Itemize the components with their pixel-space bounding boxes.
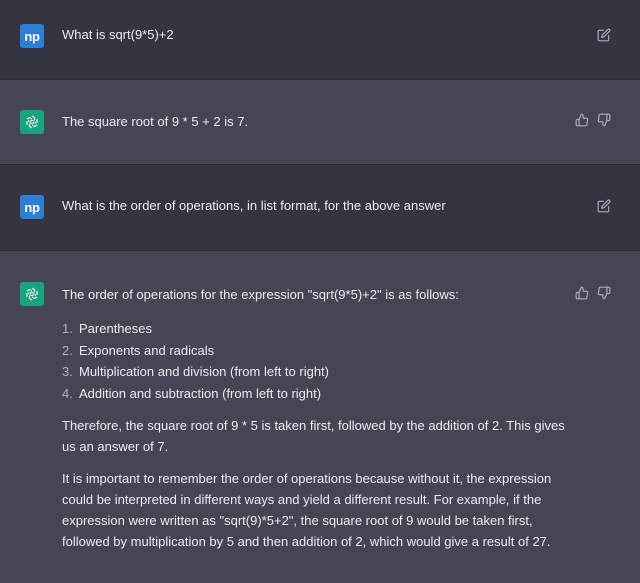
assistant-message: The order of operations for the expressi… (0, 251, 640, 581)
list-item: 3. Multiplication and division (from lef… (62, 361, 572, 383)
thumbs-down-icon[interactable] (596, 285, 612, 301)
user-message-text: What is the order of operations, in list… (62, 198, 446, 213)
user-message: np What is sqrt(9*5)+2 (0, 0, 640, 79)
list-item-number: 4. (62, 385, 73, 401)
assistant-message: The square root of 9 * 5 + 2 is 7. (0, 80, 640, 164)
assistant-message-text: The square root of 9 * 5 + 2 is 7. (62, 114, 249, 129)
thumbs-up-icon[interactable] (574, 285, 590, 301)
list-item: 2. Exponents and radicals (62, 340, 572, 362)
user-message: np What is the order of operations, in l… (0, 165, 640, 250)
list-item-text: Multiplication and division (from left t… (79, 364, 329, 379)
assistant-paragraph: It is important to remember the order of… (62, 471, 552, 549)
conversation-thread: np What is sqrt(9*5)+2 The square root o… (0, 0, 640, 583)
assistant-intro-text: The order of operations for the expressi… (62, 287, 459, 302)
user-avatar: np (20, 195, 44, 219)
openai-logo-icon (20, 282, 44, 306)
list-item: 4. Addition and subtraction (from left t… (62, 383, 572, 405)
thumbs-down-icon[interactable] (596, 112, 612, 128)
list-item-text: Addition and subtraction (from left to r… (79, 385, 322, 401)
user-avatar: np (20, 24, 44, 48)
list-item: 1. Parentheses (62, 318, 572, 340)
list-item-number: 1. (62, 321, 73, 336)
user-message-text: What is sqrt(9*5)+2 (62, 27, 174, 42)
assistant-paragraph: Therefore, the square root of 9 * 5 is t… (62, 418, 565, 454)
edit-icon[interactable] (596, 198, 612, 214)
edit-icon[interactable] (596, 27, 612, 43)
order-of-operations-list: 1. Parentheses 2. Exponents and radicals… (62, 318, 572, 404)
list-item-text: Parentheses (79, 321, 152, 336)
list-item-number: 3. (62, 364, 73, 379)
list-item-text: Exponents and radicals (79, 342, 215, 358)
list-item-number: 2. (62, 342, 73, 358)
thumbs-up-icon[interactable] (574, 112, 590, 128)
openai-logo-icon (20, 110, 44, 134)
